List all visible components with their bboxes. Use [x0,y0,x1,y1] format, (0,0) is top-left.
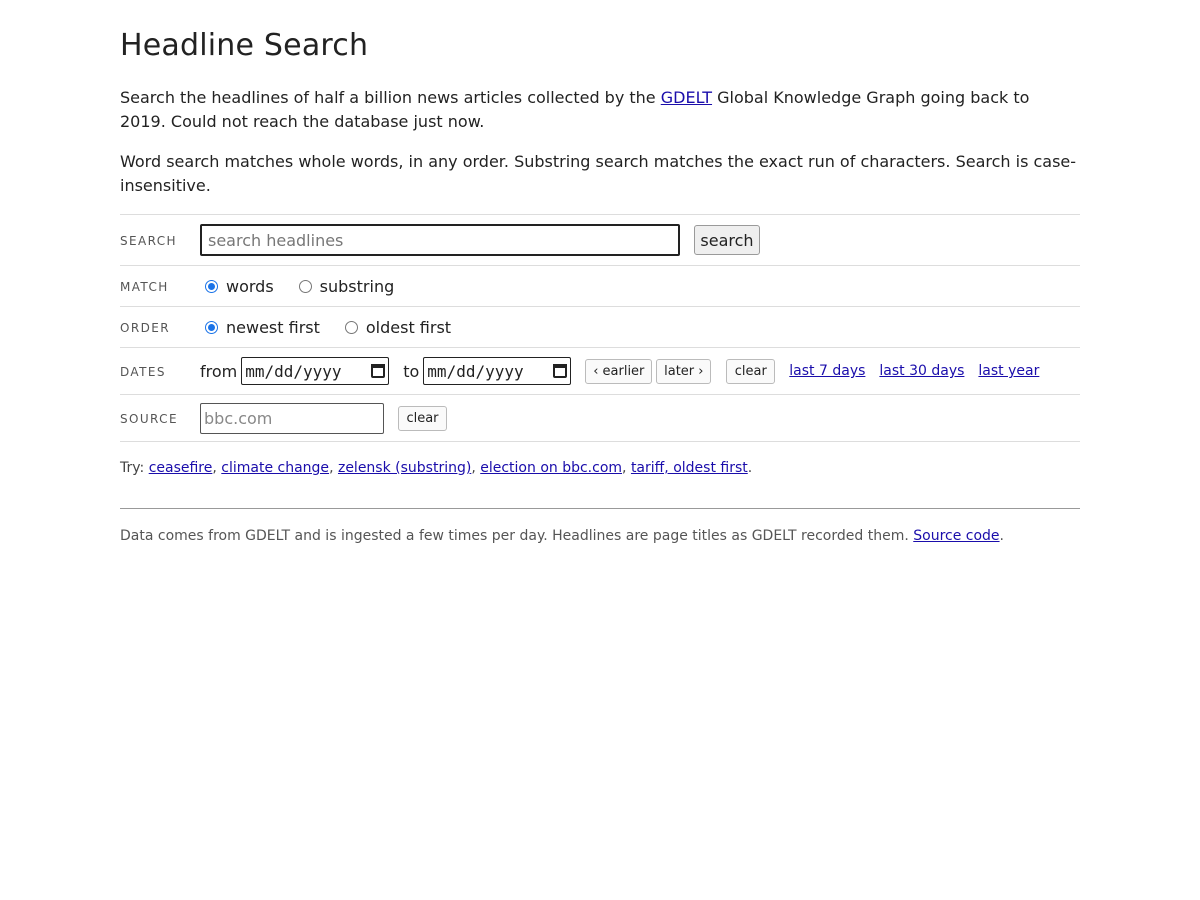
footer-divider [120,508,1080,509]
source-code-link[interactable]: Source code [913,528,999,544]
date-to-input[interactable]: mm/dd/yyyy [423,357,572,385]
try-examples: Try: ceasefire, climate change, zelensk … [120,460,753,476]
gdelt-link[interactable]: GDELT [661,88,712,107]
example-link[interactable]: tariff, oldest first [631,460,748,476]
last-year-link[interactable]: last year [978,363,1039,379]
footer: Data comes from GDELT and is ingested a … [120,528,1004,544]
search-button[interactable]: search [694,225,760,255]
source-row: SOURCE clear [120,395,1080,442]
order-oldest-radio[interactable] [344,320,358,334]
description-paragraph: Word search matches whole words, in any … [120,152,1077,195]
source-label: SOURCE [120,412,178,426]
match-row: MATCH words substring [120,266,1080,307]
order-newest-radio[interactable] [205,320,218,334]
example-link[interactable]: ceasefire [149,460,213,476]
match-substring-label[interactable]: substring [320,277,395,296]
try-prefix: Try: [120,460,149,476]
search-input[interactable] [200,224,680,256]
intro-paragraph: Search the headlines of half a billion n… [120,86,1080,134]
example-link[interactable]: election on bbc.com [480,460,622,476]
source-clear-button[interactable]: clear [398,405,447,431]
match-words-label[interactable]: words [226,277,274,296]
order-newest-label[interactable]: newest first [226,318,320,337]
date-to-value: mm/dd/yyyy [427,361,524,381]
order-radio-group: newest first oldest first [200,318,471,337]
date-from-label: from [200,361,238,381]
search-row: SEARCH search [120,215,1080,266]
calendar-icon[interactable] [371,364,386,378]
date-from-value: mm/dd/yyyy [245,361,342,381]
order-row: ORDER newest first oldest first [120,307,1080,348]
later-button[interactable]: later › [656,358,712,384]
date-to-label: to [403,361,420,381]
order-label: ORDER [120,321,170,335]
last-7-days-link[interactable]: last 7 days [789,363,865,379]
dates-label: DATES [120,365,166,379]
earlier-button[interactable]: ‹ earlier [585,358,653,384]
order-oldest-label[interactable]: oldest first [366,318,451,337]
source-input[interactable] [200,402,384,434]
match-radio-group: words substring [200,277,414,296]
match-label: MATCH [120,280,169,294]
match-substring-radio[interactable] [298,279,312,293]
example-link[interactable]: zelensk (substring) [338,460,471,476]
dates-clear-button[interactable]: clear [726,358,776,384]
search-label: SEARCH [120,234,177,248]
footer-text: Data comes from GDELT and is ingested a … [120,528,914,544]
last-30-days-link[interactable]: last 30 days [879,363,964,379]
page-title: Headline Search [120,28,369,63]
search-form: SEARCH search MATCH words substring ORDE… [120,214,1080,442]
example-link[interactable]: climate change [221,460,329,476]
date-from-input[interactable]: mm/dd/yyyy [241,357,390,385]
dates-row: DATES from mm/dd/yyyy to mm/dd/yyyy ‹ ea… [120,348,1080,395]
match-words-radio[interactable] [205,279,218,293]
calendar-icon[interactable] [553,364,568,378]
intro-text-before: Search the headlines of half a billion n… [120,88,661,107]
